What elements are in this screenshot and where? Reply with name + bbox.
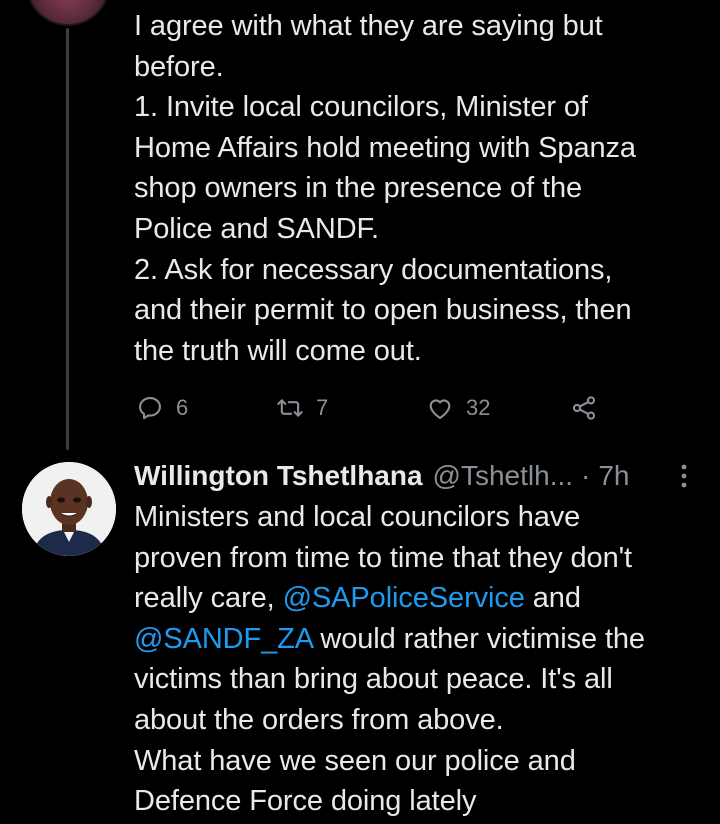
like-button[interactable]: 32 — [426, 388, 490, 428]
avatar[interactable] — [26, 0, 110, 26]
tweet-action-bar: 6 7 32 — [134, 388, 614, 428]
share-button[interactable] — [570, 388, 598, 428]
tweet-timestamp[interactable]: 7h — [598, 460, 629, 492]
retweet-count: 7 — [316, 395, 329, 420]
tweet-header: Willington Tshetlhana @Tshetlh... · 7h — [134, 456, 704, 496]
retweet-button[interactable]: 7 — [276, 388, 328, 428]
more-options-icon[interactable] — [678, 462, 690, 490]
retweet-icon — [277, 399, 303, 417]
like-count: 32 — [466, 395, 491, 420]
tweet-text: Ministers and local councilors have prov… — [134, 497, 706, 822]
share-icon — [572, 396, 596, 420]
mention-link[interactable]: @SANDF_ZA — [134, 623, 313, 655]
tweet-text: I agree with what they are saying but be… — [134, 10, 636, 367]
separator-dot: · — [581, 460, 591, 491]
author-handle[interactable]: @Tshetlh... — [433, 460, 573, 492]
mention-link[interactable]: @SAPoliceService — [283, 582, 525, 614]
tweet-text-part: and — [532, 582, 581, 615]
author-name[interactable]: Willington Tshetlhana — [134, 460, 423, 492]
thread-connector-line — [66, 28, 69, 450]
profile-photo — [22, 462, 116, 556]
avatar[interactable] — [22, 462, 116, 556]
reply-count: 6 — [176, 395, 189, 420]
reply-button[interactable]: 6 — [136, 388, 188, 428]
timeline: I agree with what they are saying but be… — [0, 0, 720, 824]
like-icon — [429, 399, 451, 419]
reply-icon — [139, 397, 161, 420]
